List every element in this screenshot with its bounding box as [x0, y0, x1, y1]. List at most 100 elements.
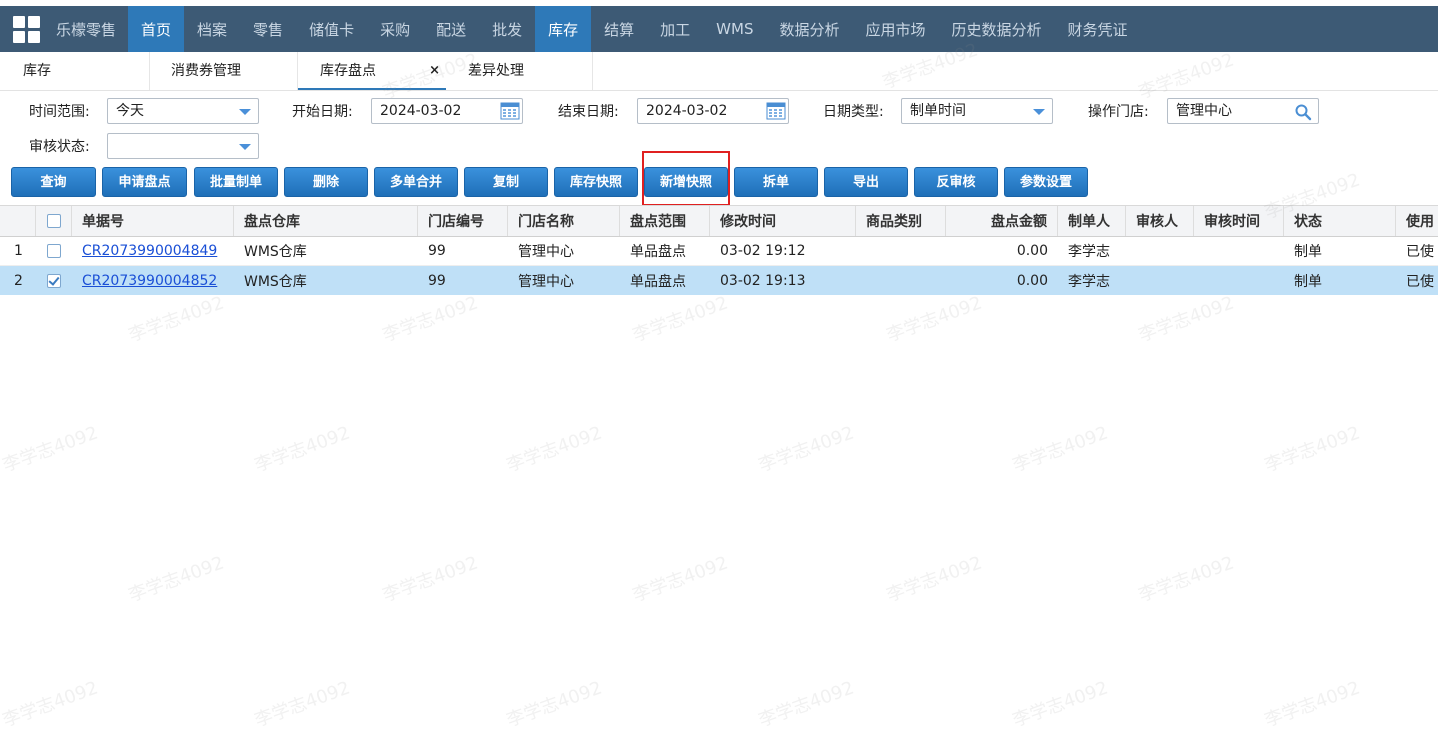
row-index: 1: [14, 243, 23, 259]
header-status[interactable]: 状态: [1284, 206, 1396, 236]
nav-item-processing[interactable]: 加工: [647, 6, 703, 52]
amount-cell: 0.00: [1016, 272, 1048, 289]
start-date-value: 2024-03-02: [380, 103, 462, 119]
watermark: 李学志4092: [883, 552, 985, 607]
header-index: [0, 206, 36, 236]
request-stocktake-button[interactable]: 申请盘点: [102, 167, 187, 197]
tab-coupon-management[interactable]: 消费券管理: [150, 52, 298, 90]
nav-item-purchase[interactable]: 采购: [367, 6, 423, 52]
nav-item-distribution[interactable]: 配送: [423, 6, 479, 52]
copy-button[interactable]: 复制: [464, 167, 548, 197]
end-date-value: 2024-03-02: [646, 103, 728, 119]
nav-item-archive[interactable]: 档案: [184, 6, 240, 52]
status-cell: 制单: [1294, 273, 1322, 290]
audit-status-select[interactable]: [107, 133, 259, 159]
tab-label: 差异处理: [468, 63, 524, 79]
tab-stocktake[interactable]: 库存盘点 ×: [298, 52, 446, 90]
app-menu-button[interactable]: [0, 6, 52, 52]
header-amount[interactable]: 盘点金额: [946, 206, 1058, 236]
row-checkbox-cell[interactable]: [36, 237, 72, 265]
tab-inventory[interactable]: 库存: [0, 52, 150, 90]
header-audit-time[interactable]: 审核时间: [1194, 206, 1284, 236]
watermark: 李学志4092: [251, 422, 353, 477]
calendar-icon[interactable]: [500, 102, 520, 120]
header-product-category[interactable]: 商品类别: [856, 206, 946, 236]
tab-label: 消费券管理: [171, 63, 241, 79]
store-name-cell: 管理中心: [518, 273, 574, 290]
order-no-link[interactable]: CR2073990004852: [82, 273, 217, 289]
calendar-icon[interactable]: [766, 102, 786, 120]
nav-item-home[interactable]: 首页: [128, 6, 185, 52]
end-date-input[interactable]: 2024-03-02: [637, 98, 789, 124]
query-button[interactable]: 查询: [11, 167, 96, 197]
header-auditor[interactable]: 审核人: [1126, 206, 1194, 236]
grid-menu-icon: [12, 15, 40, 43]
watermark: 李学志4092: [1261, 422, 1363, 477]
store-value: 管理中心: [1176, 103, 1232, 119]
modified-time-cell: 03-02 19:12: [720, 243, 806, 259]
merge-orders-button[interactable]: 多单合并: [374, 167, 458, 197]
watermark: 李学志4092: [0, 677, 101, 732]
auditor-cell: [1126, 237, 1194, 265]
row-index: 2: [14, 272, 23, 289]
header-store-code[interactable]: 门店编号: [418, 206, 508, 236]
nav-item-wholesale[interactable]: 批发: [479, 6, 535, 52]
nav-item-app-market[interactable]: 应用市场: [852, 6, 938, 52]
usage-cell: 已使: [1406, 273, 1434, 290]
amount-cell: 0.00: [1016, 243, 1048, 259]
row-checkbox-cell[interactable]: [36, 266, 72, 295]
add-snapshot-button[interactable]: 新增快照: [644, 167, 728, 197]
inventory-snapshot-button[interactable]: 库存快照: [554, 167, 638, 197]
time-range-select[interactable]: 今天: [107, 98, 259, 124]
parameter-settings-button[interactable]: 参数设置: [1004, 167, 1088, 197]
table-header: 单据号 盘点仓库 门店编号 门店名称 盘点范围 修改时间 商品类别 盘点金额 制…: [0, 205, 1438, 237]
tab-discrepancy[interactable]: 差异处理: [446, 52, 593, 90]
header-select-all[interactable]: [36, 206, 72, 236]
header-warehouse[interactable]: 盘点仓库: [234, 206, 418, 236]
store-label: 操作门店:: [1088, 104, 1149, 120]
nav-item-history-analysis[interactable]: 历史数据分析: [939, 6, 1055, 52]
date-type-label: 日期类型:: [823, 104, 884, 120]
watermark: 李学志4092: [503, 677, 605, 732]
order-no-link[interactable]: CR2073990004849: [82, 243, 217, 259]
nav-item-settlement[interactable]: 结算: [591, 6, 647, 52]
chevron-down-icon: [239, 144, 251, 150]
header-order-no[interactable]: 单据号: [72, 206, 234, 236]
select-all-checkbox[interactable]: [46, 214, 61, 228]
header-stocktake-range[interactable]: 盘点范围: [620, 206, 710, 236]
nav-item-wms[interactable]: WMS: [703, 6, 766, 52]
nav-item-finance-voucher[interactable]: 财务凭证: [1055, 6, 1141, 52]
audit-time-cell: [1194, 266, 1284, 295]
date-type-select[interactable]: 制单时间: [901, 98, 1053, 124]
delete-button[interactable]: 删除: [284, 167, 368, 197]
batch-create-button[interactable]: 批量制单: [194, 167, 278, 197]
table-row[interactable]: 2 CR2073990004852 WMS仓库 99 管理中心 单品盘点 03-…: [0, 266, 1438, 295]
nav-item-retail[interactable]: 零售: [240, 6, 296, 52]
row-checkbox[interactable]: [47, 273, 61, 288]
export-button[interactable]: 导出: [824, 167, 908, 197]
row-checkbox[interactable]: [47, 244, 61, 258]
watermark: 李学志4092: [1135, 292, 1237, 347]
watermark: 李学志4092: [0, 422, 101, 477]
header-usage[interactable]: 使用: [1396, 206, 1438, 236]
split-order-button[interactable]: 拆单: [734, 167, 818, 197]
header-creator[interactable]: 制单人: [1058, 206, 1126, 236]
close-icon[interactable]: ×: [429, 52, 440, 90]
store-code-cell: 99: [428, 272, 446, 289]
nav-item-inventory[interactable]: 库存: [535, 6, 592, 52]
reverse-audit-button[interactable]: 反审核: [914, 167, 998, 197]
watermark: 李学志4092: [503, 422, 605, 477]
nav-item-data-analysis[interactable]: 数据分析: [766, 6, 852, 52]
nav-item-stored-value-card[interactable]: 储值卡: [296, 6, 367, 52]
status-cell: 制单: [1294, 244, 1322, 260]
header-store-name[interactable]: 门店名称: [508, 206, 620, 236]
creator-cell: 李学志: [1068, 244, 1110, 260]
table-row[interactable]: 1 CR2073990004849 WMS仓库 99 管理中心 单品盘点 03-…: [0, 237, 1438, 266]
header-modified-time[interactable]: 修改时间: [710, 206, 856, 236]
watermark: 李学志4092: [755, 422, 857, 477]
store-input[interactable]: 管理中心: [1167, 98, 1319, 124]
creator-cell: 李学志: [1068, 273, 1110, 290]
search-icon[interactable]: [1294, 103, 1312, 121]
start-date-input[interactable]: 2024-03-02: [371, 98, 523, 124]
tab-bar: 库存 消费券管理 库存盘点 × 差异处理: [0, 52, 1438, 91]
